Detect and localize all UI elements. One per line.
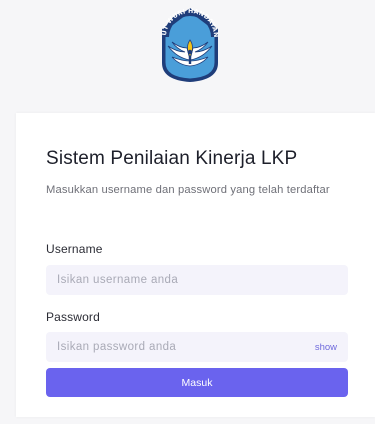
- password-label: Password: [46, 310, 100, 324]
- username-placeholder: Isikan username anda: [57, 274, 179, 286]
- password-placeholder: Isikan password anda: [57, 341, 177, 353]
- tut-wuri-handayani-icon: TUT WURI HANDAYANI: [155, 2, 219, 82]
- tut-wuri-handayani-logo: TUT WURI HANDAYANI: [155, 2, 225, 88]
- login-subtitle: Masukkan username dan password yang tela…: [46, 184, 330, 196]
- username-label: Username: [46, 242, 103, 256]
- password-input[interactable]: Isikan password anda show: [46, 332, 348, 362]
- login-card: Sistem Penilaian Kinerja LKP Masukkan us…: [16, 113, 375, 417]
- show-password-button[interactable]: show: [315, 342, 337, 353]
- login-button[interactable]: Masuk: [46, 368, 348, 397]
- page-title: Sistem Penilaian Kinerja LKP: [46, 148, 298, 169]
- username-input[interactable]: Isikan username anda: [46, 265, 348, 295]
